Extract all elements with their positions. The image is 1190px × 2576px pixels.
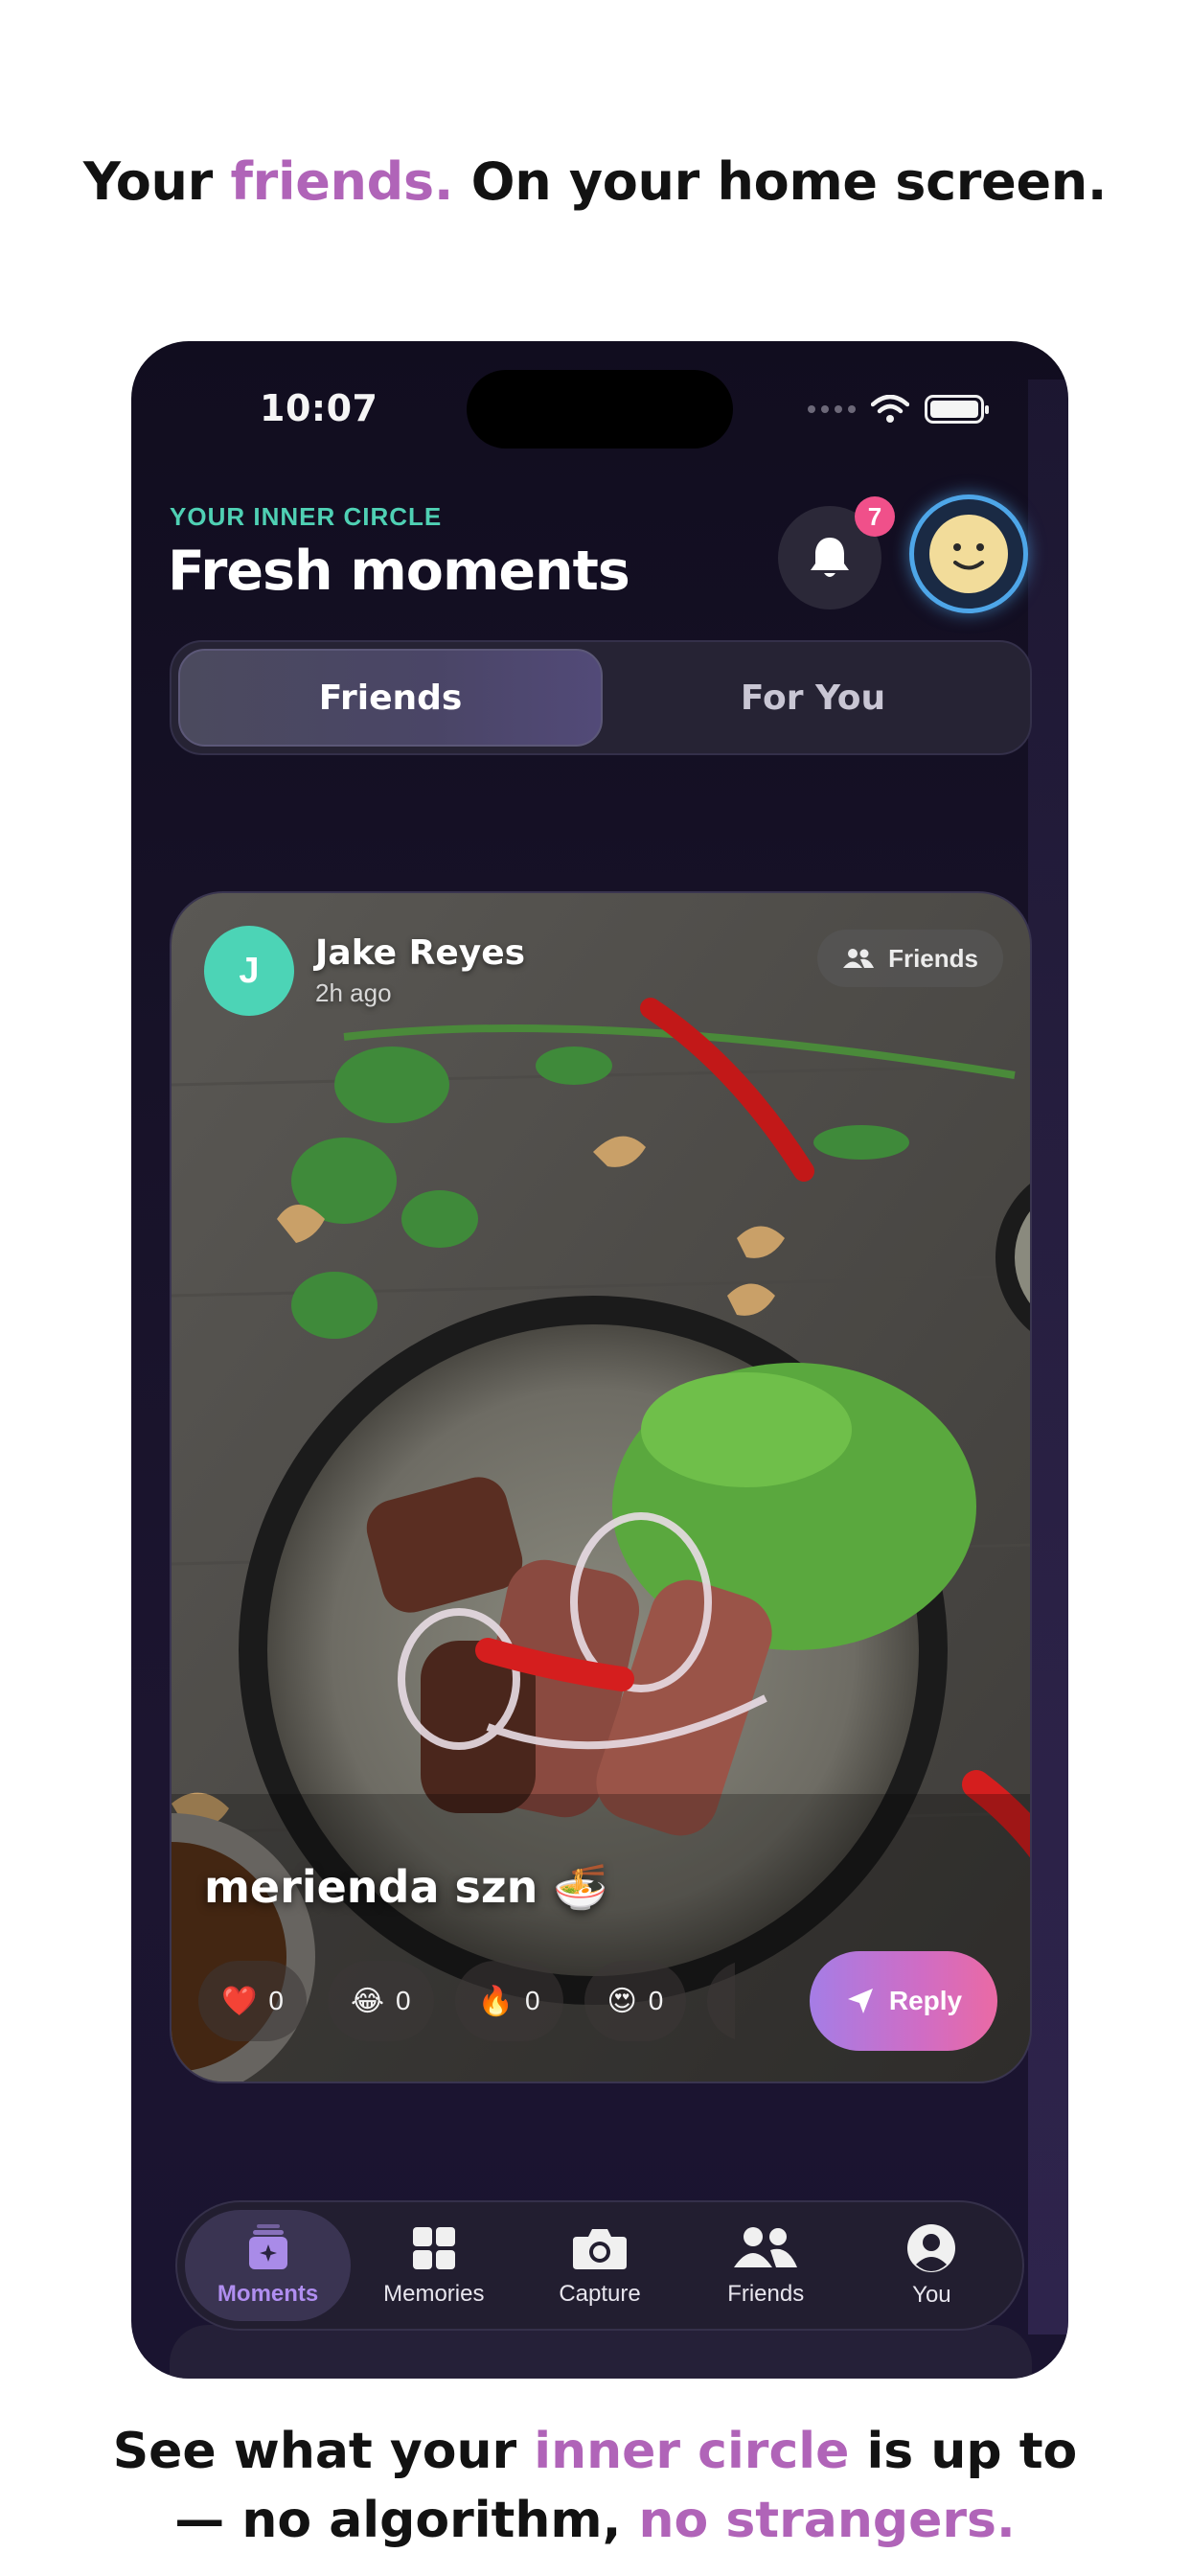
reaction-count: 0 bbox=[396, 1986, 411, 2015]
moment-card[interactable]: J Jake Reyes 2h ago Friends merienda szn… bbox=[170, 891, 1032, 2083]
status-icons bbox=[808, 395, 989, 424]
send-icon bbox=[847, 1989, 873, 2013]
headline-post: On your home screen. bbox=[453, 151, 1108, 212]
laugh-emoji-icon: 😂 bbox=[350, 1985, 384, 2017]
reaction-laugh[interactable]: 😂 0 bbox=[327, 1961, 434, 2041]
reaction-count: 0 bbox=[648, 1986, 664, 2015]
reaction-thumbs-up[interactable]: 👍 0 bbox=[707, 1961, 735, 2041]
side-glow bbox=[1028, 380, 1068, 2334]
profile-avatar-button[interactable] bbox=[909, 494, 1028, 613]
tab-you[interactable]: You bbox=[849, 2210, 1015, 2321]
eyebrow-label: YOUR INNER CIRCLE bbox=[170, 502, 443, 531]
bell-icon bbox=[811, 538, 849, 577]
tab-friends[interactable]: Friends bbox=[683, 2210, 849, 2321]
post-author[interactable]: J Jake Reyes 2h ago bbox=[204, 926, 525, 1016]
reply-label: Reply bbox=[888, 1986, 963, 2015]
wifi-icon bbox=[871, 395, 909, 423]
notification-badge: 7 bbox=[855, 496, 895, 537]
author-name: Jake Reyes bbox=[315, 933, 526, 973]
tab-moments[interactable]: Moments bbox=[185, 2210, 352, 2321]
camera-icon bbox=[573, 2229, 627, 2269]
tab-memories[interactable]: Memories bbox=[351, 2210, 516, 2321]
dynamic-island bbox=[467, 370, 733, 448]
reaction-count: 0 bbox=[524, 1986, 540, 2015]
tab-capture[interactable]: Capture bbox=[516, 2210, 682, 2321]
reaction-fire[interactable]: 🔥 0 bbox=[454, 1961, 563, 2041]
next-card-peek bbox=[170, 2325, 1032, 2379]
tab-label: You bbox=[912, 2282, 951, 2308]
foot-line2-pre: — no algorithm, bbox=[174, 2492, 639, 2549]
foot-line1-accent: inner circle bbox=[534, 2423, 850, 2480]
author-avatar: J bbox=[204, 926, 294, 1016]
heart-emoji-icon: ❤️ bbox=[221, 1985, 258, 2017]
page-title: Fresh moments bbox=[168, 540, 630, 603]
status-time: 10:07 bbox=[260, 387, 378, 429]
promo-headline: Your friends. On your home screen. bbox=[0, 151, 1190, 212]
post-caption: merienda szn 🍜 bbox=[204, 1861, 608, 1913]
tab-label: Memories bbox=[383, 2281, 485, 2307]
headline-accent: friends. bbox=[230, 151, 454, 212]
foot-line1-post: is up to bbox=[849, 2423, 1078, 2480]
bottom-tab-bar: Moments Memories Capture Friends You bbox=[175, 2200, 1024, 2331]
smiley-avatar-icon bbox=[929, 515, 1008, 593]
tab-label: Friends bbox=[727, 2281, 805, 2307]
moments-icon bbox=[248, 2224, 287, 2269]
audience-label: Friends bbox=[888, 943, 978, 973]
headline-pre: Your bbox=[82, 151, 231, 212]
tab-label: Moments bbox=[217, 2281, 319, 2307]
fire-emoji-icon: 🔥 bbox=[477, 1985, 514, 2017]
reaction-bar: ❤️ 0 😂 0 🔥 0 😍 0 👍 0 bbox=[198, 1961, 735, 2041]
heart-eyes-emoji-icon: 😍 bbox=[606, 1985, 637, 2017]
promo-footline: See what your inner circle is up to — no… bbox=[0, 2417, 1190, 2555]
foot-line1-pre: See what your bbox=[112, 2423, 535, 2480]
friends-icon bbox=[843, 949, 875, 968]
reaction-count: 0 bbox=[268, 1986, 284, 2015]
profile-icon bbox=[907, 2224, 956, 2272]
foot-line2-accent: no strangers. bbox=[638, 2492, 1016, 2549]
segment-friends[interactable]: Friends bbox=[178, 649, 603, 747]
tab-label: Capture bbox=[559, 2281, 641, 2307]
audience-pill: Friends bbox=[817, 930, 1003, 987]
segment-for-you[interactable]: For You bbox=[603, 649, 1023, 747]
thumbs-up-emoji-icon: 👍 bbox=[730, 1985, 735, 2018]
phone-screen: 10:07 YOUR INNER CIRCLE Fresh moments 7 … bbox=[131, 341, 1068, 2379]
battery-icon bbox=[925, 395, 989, 424]
feed-segmented-control: Friends For You bbox=[170, 640, 1032, 755]
reaction-heart[interactable]: ❤️ 0 bbox=[198, 1961, 307, 2041]
reaction-heart-eyes[interactable]: 😍 0 bbox=[584, 1961, 687, 2041]
friends-icon bbox=[734, 2227, 798, 2267]
grid-icon bbox=[412, 2227, 455, 2269]
signal-icon bbox=[808, 405, 856, 413]
post-time: 2h ago bbox=[315, 978, 392, 1007]
reply-button[interactable]: Reply bbox=[810, 1951, 997, 2051]
